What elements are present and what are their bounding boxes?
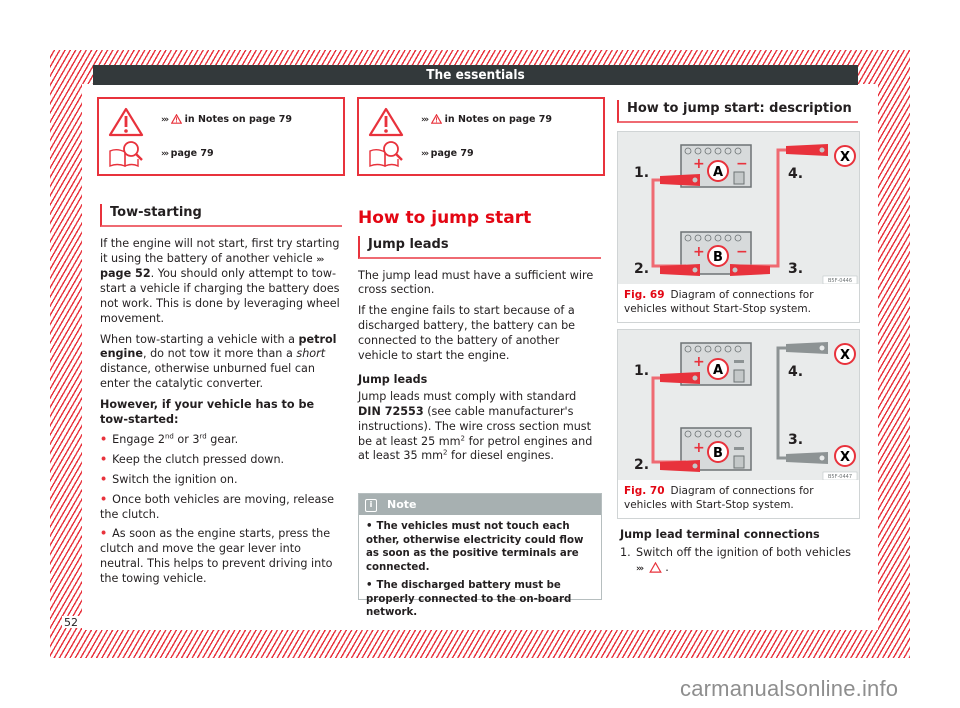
chevrons-icon[interactable]: ››› <box>636 564 644 574</box>
list-item: As soon as the engine starts, press the … <box>100 527 342 586</box>
svg-text:1.: 1. <box>634 363 649 379</box>
diagram-with-start-stop: + + A B X X 1. 2. 3. 4. B5F-0447 <box>618 330 859 480</box>
section-header: The essentials <box>93 65 858 85</box>
column-jump-start: How to jump start Jump leads The jump le… <box>358 208 601 470</box>
chevrons-icon: ››› <box>161 115 169 125</box>
warning-triangle-icon <box>170 114 182 124</box>
svg-text:+: + <box>693 244 705 260</box>
svg-text:+: + <box>693 440 705 456</box>
list-item: Keep the clutch pressed down. <box>100 453 342 468</box>
paragraph: Jump leads must comply with standard DIN… <box>358 390 593 463</box>
column-description: How to jump start: description <box>617 100 858 123</box>
figure-caption: Fig. 70 Diagram of connections for vehicl… <box>624 485 814 511</box>
svg-text:X: X <box>840 150 850 165</box>
chevrons-icon: ››› <box>421 149 429 159</box>
paragraph: The jump lead must have a sufficient wir… <box>358 268 594 297</box>
watermark: carmanualsonline.info <box>680 676 899 701</box>
diagram-without-start-stop: + − + − A B X 1. 2. 3. 4. B5F-0446 <box>618 132 859 284</box>
reference-box: ››› in Notes on page 79 ››› page 79 <box>357 97 605 176</box>
section-heading: How to jump start: description <box>617 100 858 123</box>
svg-text:A: A <box>713 363 723 378</box>
svg-text:4.: 4. <box>788 364 803 380</box>
terminal-connections: Jump lead terminal connections 1. Switch… <box>620 528 860 576</box>
paragraph: If the engine fails to start because of … <box>358 304 576 362</box>
chevrons-icon: ››› <box>161 149 169 159</box>
svg-text:4.: 4. <box>788 166 803 182</box>
reference-box: ››› in Notes on page 79 ››› page 79 <box>97 97 345 176</box>
section-heading: Jump leads <box>358 235 601 259</box>
figure-70: + + A B X X 1. 2. 3. 4. B5F-0447 Fig. 70… <box>617 329 860 519</box>
paragraph-bold: However, if your vehicle has to be tow-s… <box>100 397 315 426</box>
svg-text:+: + <box>693 156 705 172</box>
warning-triangle-icon <box>368 107 404 137</box>
svg-text:2.: 2. <box>634 457 649 473</box>
note-item: The discharged battery must be properly … <box>366 579 594 620</box>
book-magnifier-icon <box>369 141 403 168</box>
section-heading: Tow-starting <box>100 204 342 227</box>
chapter-title: How to jump start <box>358 208 532 228</box>
list-item: Switch the ignition on. <box>100 473 342 488</box>
note-box: iNote The vehicles must not touch each o… <box>358 493 602 618</box>
paragraph: When tow-starting a vehicle with a petro… <box>100 332 337 390</box>
chevrons-icon: ››› <box>421 115 429 125</box>
svg-text:B5F-0447: B5F-0447 <box>828 474 852 480</box>
svg-text:3.: 3. <box>788 261 803 277</box>
note-header: i Note <box>359 494 601 515</box>
page-reference[interactable]: ››› page 79 <box>421 147 474 161</box>
svg-text:B5F-0446: B5F-0446 <box>828 278 852 284</box>
column-tow-starting: Tow-starting If the engine will not star… <box>100 204 342 592</box>
page-reference[interactable]: ››› page 79 <box>161 147 214 161</box>
figure-69: + − + − A B X 1. 2. 3. 4. B5F-0446 Fig. … <box>617 131 860 323</box>
svg-text:B: B <box>713 250 723 265</box>
warning-triangle-icon <box>430 114 442 124</box>
warning-reference[interactable]: ››› in Notes on page 79 <box>161 113 292 127</box>
figure-caption: Fig. 69 Diagram of connections for vehicl… <box>624 289 814 315</box>
svg-text:3.: 3. <box>788 432 803 448</box>
info-icon: i <box>365 498 377 512</box>
svg-text:X: X <box>840 450 850 465</box>
list-item: Once both vehicles are moving, release t… <box>100 493 342 523</box>
svg-text:+: + <box>693 354 705 370</box>
warning-triangle-icon <box>108 107 144 137</box>
note-item: The vehicles must not touch each other, … <box>366 520 594 574</box>
svg-text:−: − <box>736 244 748 260</box>
book-magnifier-icon <box>109 141 143 168</box>
warning-triangle-icon[interactable] <box>649 561 663 573</box>
svg-text:2.: 2. <box>634 261 649 277</box>
page-number: 52 <box>64 616 78 629</box>
svg-text:X: X <box>840 348 850 363</box>
sub-heading: Jump lead terminal connections <box>620 528 820 541</box>
svg-text:A: A <box>713 165 723 180</box>
list-item: Engage 2nd or 3rd gear. <box>100 433 342 448</box>
paragraph: If the engine will not start, first try … <box>100 236 340 325</box>
bullet-list: Engage 2nd or 3rd gear. Keep the clutch … <box>100 433 342 586</box>
svg-text:B: B <box>713 446 723 461</box>
warning-reference[interactable]: ››› in Notes on page 79 <box>421 113 552 127</box>
sub-heading: Jump leads <box>358 373 428 387</box>
svg-text:−: − <box>736 156 748 172</box>
step-item: 1. Switch off the ignition of both vehic… <box>620 545 851 574</box>
svg-text:1.: 1. <box>634 165 649 181</box>
